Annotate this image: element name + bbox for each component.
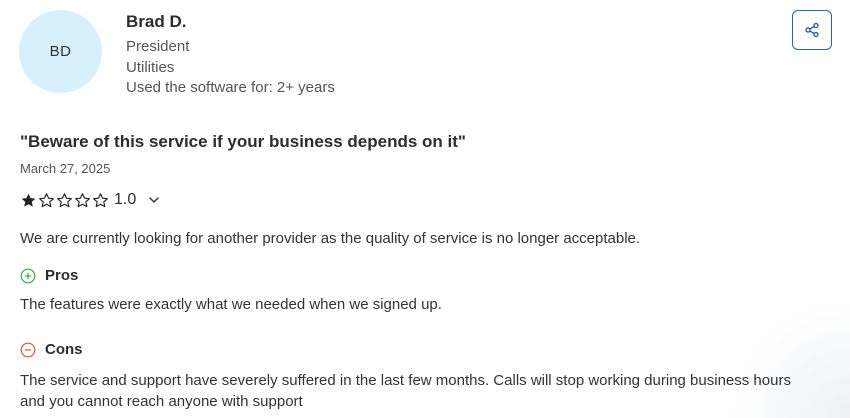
review-summary: We are currently looking for another pro… (20, 230, 641, 247)
reviewer-name: Brad D. (126, 12, 187, 31)
star-outline-icon (57, 192, 72, 207)
star-outline-icon (39, 192, 54, 207)
share-icon (805, 22, 819, 38)
reviewer-industry: Utilities (126, 58, 175, 76)
minus-circle-icon (20, 342, 36, 357)
share-button[interactable] (792, 10, 832, 50)
rating[interactable]: 1.0 (20, 189, 160, 211)
reviewer-title: President (126, 38, 190, 55)
star-outline-icon (75, 192, 90, 207)
star-outline-icon (93, 192, 108, 207)
review-title: "Beware of this service if your business… (20, 132, 466, 151)
cons-text: The service and support have severely su… (20, 372, 791, 410)
rating-value: 1.0 (114, 191, 137, 208)
pros-label: Pros (45, 267, 79, 284)
avatar-initials: BD (49, 43, 72, 60)
pros-header: Pros (20, 267, 78, 284)
cons-label: Cons (45, 341, 83, 358)
chevron-down-icon[interactable] (148, 194, 160, 206)
review-date: March 27, 2025 (20, 161, 111, 176)
plus-circle-icon (20, 268, 36, 283)
reviewer-usage: Used the software for: 2+ years (126, 79, 335, 96)
reviewer-info: Brad D. President Utilities Used the sof… (126, 12, 335, 99)
avatar: BD (19, 10, 102, 93)
star-filled-icon (21, 193, 36, 207)
pros-text: The features were exactly what we needed… (20, 296, 442, 313)
rating-stars (20, 192, 109, 209)
cons-header: Cons (20, 341, 83, 358)
